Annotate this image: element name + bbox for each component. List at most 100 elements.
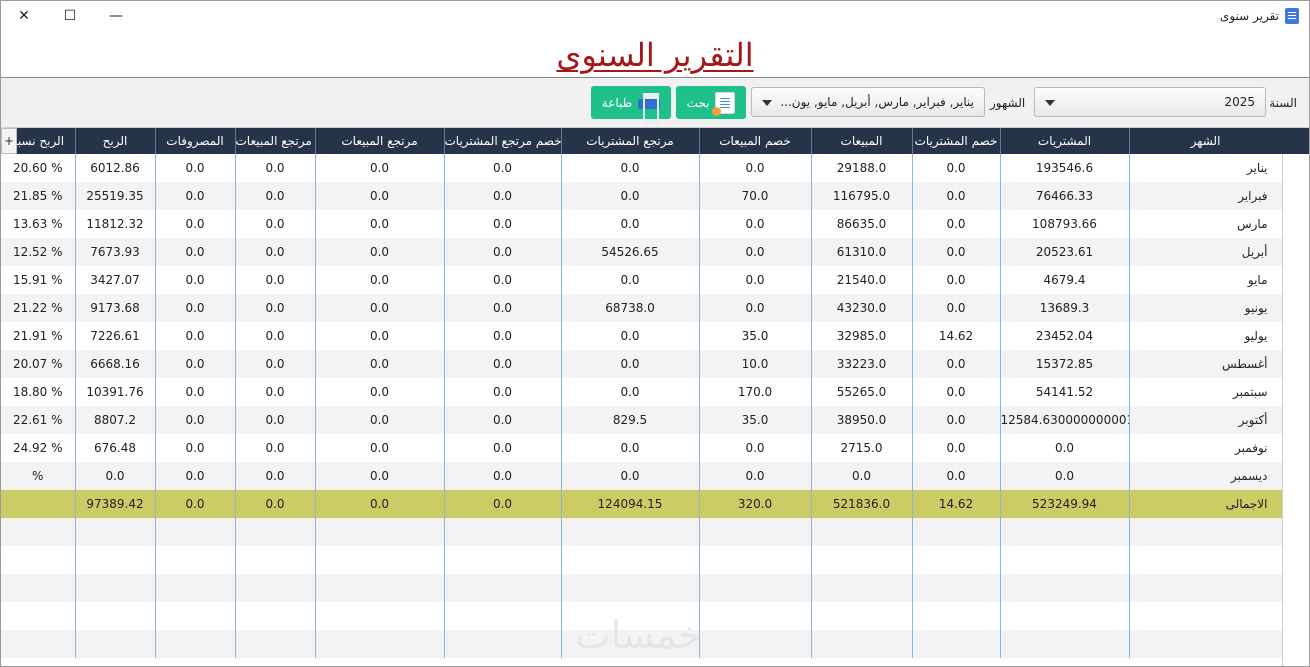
table-cell: 0.0 [811,462,913,490]
table-row[interactable]: 22.61 % 8807.2 0.0 0.0 0.0 0.0 829.5 35.0 38950.… [1,406,1283,434]
month-cell: يوليو [1129,322,1283,350]
table-cell: 0.0 [75,462,156,490]
table-row[interactable]: % 0.0 0.0 0.0 0.0 0.0 0.0 0.0 0.0 0.0 0.0 ديسمبر [1,462,1283,490]
total-cell: 0.0 [155,490,236,518]
table-cell: 170.0 [699,378,812,406]
table-cell: 0.0 [444,182,562,210]
table-cell: 24.92 % [1,434,76,462]
month-cell: ديسمبر [1129,462,1283,490]
empty-cell [155,546,236,574]
search-document-icon [712,91,736,116]
empty-row [1,546,1283,574]
maximize-button[interactable]: ☐ [47,1,93,31]
table-cell: 0.0 [315,294,445,322]
table-row[interactable]: 21.22 % 9173.68 0.0 0.0 0.0 0.0 68738.0 0.0 4323… [1,294,1283,322]
table-cell: 0.0 [235,266,316,294]
empty-cell [699,518,812,546]
total-cell: 320.0 [699,490,812,518]
table-row[interactable]: 20.60 % 6012.86 0.0 0.0 0.0 0.0 0.0 0.0 29188.0 0… [1,154,1283,182]
table-cell: 21540.0 [811,266,913,294]
table-cell: 0.0 [561,434,700,462]
table-row[interactable]: 20.07 % 6668.16 0.0 0.0 0.0 0.0 0.0 10.0 33223.0… [1,350,1283,378]
total-label-cell: الاجمالى [1129,490,1283,518]
minimize-icon: — [109,8,123,24]
table-cell: 0.0 [912,210,1001,238]
table-row[interactable]: 18.80 % 10391.76 0.0 0.0 0.0 0.0 0.0 170.0 55265… [1,378,1283,406]
table-row[interactable]: 15.91 % 3427.07 0.0 0.0 0.0 0.0 0.0 0.0 21540.0 0… [1,266,1283,294]
table-cell: 0.0 [155,350,236,378]
table-cell: 0.0 [155,462,236,490]
page-title: التقرير السنوى [556,36,754,74]
months-label: الشهور [990,96,1026,110]
empty-cell [561,574,700,602]
expand-corner-button[interactable]: + [1,128,17,154]
print-button-label: طباعة [601,95,633,110]
table-cell: 20.60 % [1,154,76,182]
report-table: الربح نسبةالربحالمصروفاتخصم مرتجع المبيع… [1,128,1283,658]
window-title: تقرير سنوى [1220,8,1299,24]
search-button[interactable]: بحث [676,86,746,119]
table-cell: 0.0 [315,182,445,210]
print-button[interactable]: طباعة [591,86,671,124]
empty-cell [155,518,236,546]
close-button[interactable]: ✕ [1,1,47,31]
chevron-down-icon [1045,100,1055,106]
column-header[interactable]: الربح [75,128,156,154]
table-cell: 0.0 [699,294,812,322]
table-row[interactable]: 24.92 % 676.48 0.0 0.0 0.0 0.0 0.0 0.0 2715.0 0.0… [1,434,1283,462]
empty-cell [315,518,445,546]
table-cell: 54526.65 [561,238,700,266]
table-cell: 0.0 [699,154,812,182]
table-row[interactable]: 21.91 % 7226.61 0.0 0.0 0.0 0.0 0.0 35.0 32985.0… [1,322,1283,350]
column-header[interactable]: خصم المشتريات [912,128,1001,154]
table-cell: 29188.0 [811,154,913,182]
table-cell: 0.0 [561,210,700,238]
table-cell: 0.0 [912,182,1001,210]
column-header[interactable]: خصم مرتجع المشتريات [444,128,562,154]
column-header[interactable]: الشهر [1129,128,1283,154]
year-select[interactable]: 2025 [1034,87,1266,117]
table-row[interactable]: 21.85 % 25519.35 0.0 0.0 0.0 0.0 0.0 70.0 116795… [1,182,1283,210]
empty-cell [811,574,913,602]
total-cell: 523249.94 [1000,490,1130,518]
column-header[interactable]: مرتجع المشتريات [561,128,700,154]
column-header[interactable]: خصم مرتجع المبيعات [235,128,316,154]
table-cell: 0.0 [155,322,236,350]
table-cell: 0.0 [444,378,562,406]
table-cell: 21.22 % [1,294,76,322]
column-header[interactable]: المبيعات [811,128,913,154]
table-cell: 0.0 [235,406,316,434]
table-cell: 0.0 [912,238,1001,266]
empty-cell [315,602,445,630]
column-header[interactable]: مرتجع المبيعات [315,128,445,154]
table-row[interactable]: 12.52 % 7673.93 0.0 0.0 0.0 0.0 54526.65 0.0 613… [1,238,1283,266]
table-cell: 32985.0 [811,322,913,350]
table-cell: 20523.61 [1000,238,1130,266]
empty-cell [1129,518,1283,546]
table-cell: 76466.33 [1000,182,1130,210]
column-header[interactable]: خصم المبيعات [699,128,812,154]
month-cell: مارس [1129,210,1283,238]
close-icon: ✕ [18,8,30,24]
table-cell: 15.91 % [1,266,76,294]
empty-cell [699,546,812,574]
table-cell: 23452.04 [1000,322,1130,350]
empty-cell [155,630,236,658]
month-cell: مايو [1129,266,1283,294]
empty-cell [315,546,445,574]
table-cell: 0.0 [444,154,562,182]
table-row[interactable]: 13.63 % 11812.32 0.0 0.0 0.0 0.0 0.0 0.0 86635.0… [1,210,1283,238]
column-header[interactable]: المشتريات [1000,128,1130,154]
table-cell: 38950.0 [811,406,913,434]
empty-cell [1129,630,1283,658]
table-cell: 0.0 [315,378,445,406]
empty-cell [912,546,1001,574]
table-cell: 70.0 [699,182,812,210]
table-cell: 676.48 [75,434,156,462]
empty-cell [75,546,156,574]
months-select[interactable]: يناير, فبراير, مارس, أبريل, مايو, يون... [751,87,985,117]
minimize-button[interactable]: — [93,1,139,31]
column-header[interactable]: المصروفات [155,128,236,154]
empty-cell [75,518,156,546]
table-cell: 0.0 [699,238,812,266]
